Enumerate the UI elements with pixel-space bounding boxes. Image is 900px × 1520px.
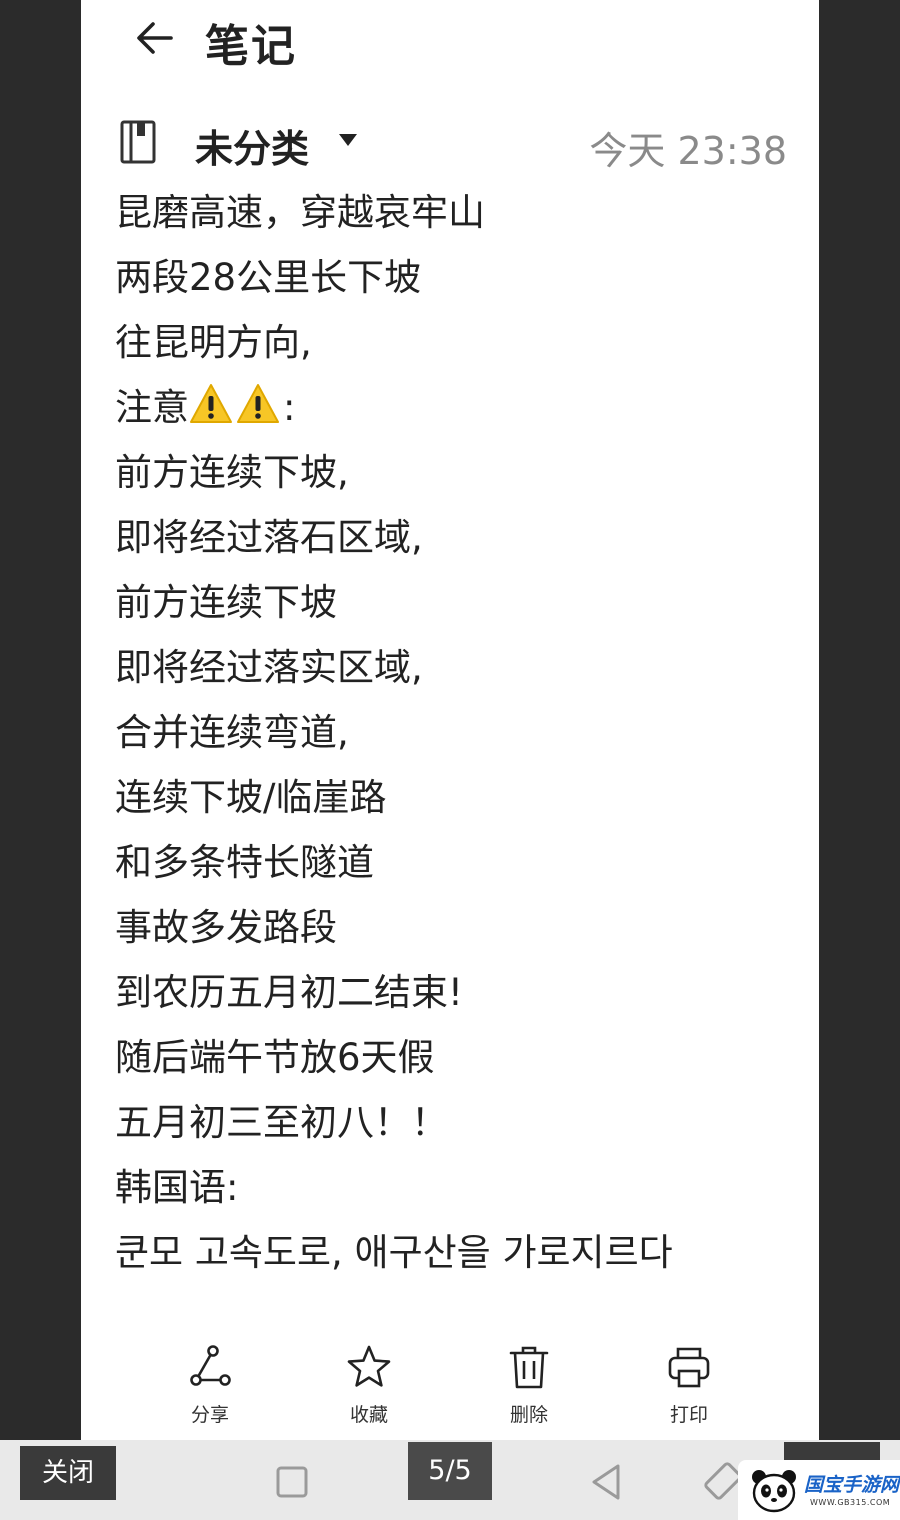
category-selector[interactable]: 未分类 — [195, 118, 309, 173]
note-timestamp: 今天 23:38 — [589, 129, 787, 173]
caret-down-icon[interactable] — [337, 132, 359, 148]
note-line: 昆磨高速，穿越哀牢山 — [115, 191, 485, 234]
square-icon — [276, 1466, 308, 1498]
recents-button[interactable] — [274, 1464, 310, 1500]
note-line: 事故多发路段 — [115, 906, 337, 949]
note-line: 和多条特长隧道 — [115, 841, 374, 884]
triangle-back-icon — [592, 1464, 620, 1500]
share-icon — [187, 1344, 233, 1390]
note-content[interactable]: 昆磨高速，穿越哀牢山 两段28公里长下坡 往昆明方向, 注意: 前方连续下坡, … — [115, 180, 795, 1298]
note-meta-row: 未分类 今天 23:38 — [81, 110, 819, 174]
print-button[interactable]: 打印 — [639, 1336, 739, 1432]
watermark-url: WWW.GB315.COM — [810, 1498, 891, 1507]
note-line: 前方连续下坡, — [115, 451, 349, 494]
delete-label: 删除 — [509, 1404, 548, 1426]
share-label: 分享 — [190, 1404, 229, 1426]
note-line: 随后端午节放6天假 — [115, 1036, 435, 1079]
note-line: 28km 길이의 두 구간이 내리막길로 — [115, 1285, 795, 1298]
favorite-button[interactable]: 收藏 — [319, 1336, 419, 1432]
screen: 笔记 未分类 今天 23:38 昆磨高速，穿越哀牢山 两段28公里长下坡 往昆明… — [0, 0, 900, 1520]
close-button[interactable]: 关闭 — [20, 1446, 116, 1500]
notes-app-window: 笔记 未分类 今天 23:38 昆磨高速，穿越哀牢山 两段28公里长下坡 往昆明… — [81, 0, 819, 1440]
warning-icon — [189, 381, 233, 425]
note-line: 即将经过落实区域, — [115, 646, 423, 689]
share-button[interactable]: 分享 — [160, 1336, 260, 1432]
note-line: 前方连续下坡 — [115, 581, 337, 624]
delete-button[interactable]: 删除 — [479, 1336, 579, 1432]
watermark-brand: 国宝手游网 — [804, 1474, 900, 1496]
bottom-toolbar: 分享 收藏 删除 打印 — [81, 1336, 819, 1436]
app-header: 笔记 — [81, 0, 819, 80]
warning-icon — [236, 381, 280, 425]
favorite-label: 收藏 — [349, 1404, 388, 1426]
note-line: 五月初三至初八！！ — [115, 1101, 448, 1144]
page-indicator: 5/5 — [408, 1442, 492, 1500]
note-line: 到农历五月初二结束! — [115, 971, 463, 1014]
note-line-warning: 注意: — [115, 375, 795, 440]
back-button[interactable] — [131, 14, 179, 62]
note-line-suffix: : — [283, 386, 296, 429]
note-line: 两段28公里长下坡 — [115, 256, 422, 299]
printer-icon — [666, 1344, 712, 1390]
note-line: 连续下坡/临崖路 — [115, 776, 387, 819]
note-line: 合并连续弯道, — [115, 711, 349, 754]
note-line: 韩国语: — [115, 1166, 239, 1209]
watermark-logo: 国宝手游网 WWW.GB315.COM — [738, 1460, 900, 1520]
print-label: 打印 — [669, 1404, 708, 1426]
note-line: 即将经过落石区域, — [115, 516, 423, 559]
arrow-left-icon — [137, 22, 173, 54]
note-line-text: 注意 — [115, 386, 189, 429]
page-title: 笔记 — [205, 21, 297, 72]
note-line: 쿤모 고속도로, 애구산을 가로지르다 — [115, 1231, 673, 1274]
panda-icon — [750, 1468, 798, 1514]
star-icon — [346, 1344, 392, 1390]
system-back-button[interactable] — [588, 1462, 624, 1502]
notebook-icon — [119, 118, 159, 166]
trash-icon — [506, 1344, 552, 1390]
note-line: 往昆明方向, — [115, 321, 312, 364]
